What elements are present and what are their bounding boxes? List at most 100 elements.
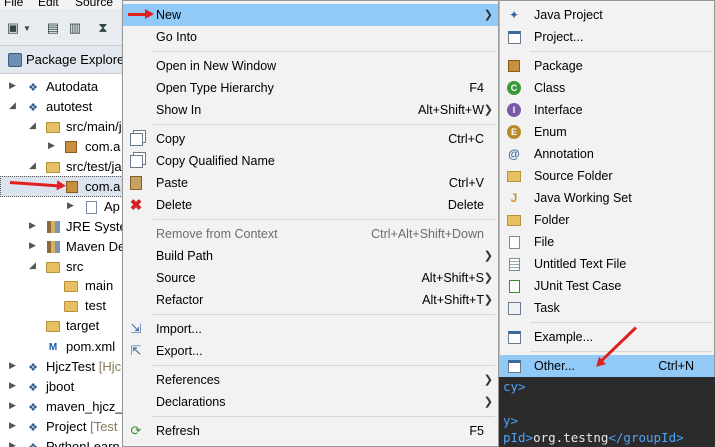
- submenu-item-java-project[interactable]: ✦ Java Project: [500, 4, 714, 26]
- tree-item-target[interactable]: target: [0, 316, 125, 336]
- tree-item-src[interactable]: ◢ src: [0, 257, 125, 277]
- submenu-item-project[interactable]: Project...: [500, 26, 714, 48]
- submenu-item-task[interactable]: Task: [500, 297, 714, 319]
- tree-item-jre-system[interactable]: ▶ JRE Syste: [0, 217, 125, 237]
- tree-item-main[interactable]: main: [0, 276, 125, 296]
- menu-label: Export...: [156, 344, 203, 358]
- tree-item-pythonlearn[interactable]: ▶ ❖ PythonLearn: [0, 437, 125, 447]
- build-icon[interactable]: ⧗: [94, 19, 112, 37]
- expand-arrow-icon[interactable]: ▶: [9, 420, 16, 431]
- collapse-arrow-icon[interactable]: ◢: [29, 260, 36, 271]
- submenu-item-untitled-text-file[interactable]: Untitled Text File: [500, 253, 714, 275]
- expand-arrow-icon[interactable]: ▶: [29, 240, 36, 251]
- submenu-item-java-working-set[interactable]: J Java Working Set: [500, 187, 714, 209]
- tree-item-com-a-main[interactable]: ▶ com.a: [0, 137, 125, 157]
- menu-item-go-into[interactable]: Go Into: [123, 26, 498, 48]
- package-explorer-icon: [8, 53, 22, 67]
- tree-item-maven-hjcz[interactable]: ▶ ❖ maven_hjcz_t: [0, 397, 125, 417]
- expand-arrow-icon[interactable]: ▶: [9, 80, 16, 91]
- menu-item-source[interactable]: Source Alt+Shift+S ❯: [123, 267, 498, 289]
- menu-item-delete[interactable]: ✖ Delete Delete: [123, 194, 498, 216]
- menu-separator: [152, 416, 495, 417]
- menu-item-references[interactable]: References ❯: [123, 369, 498, 391]
- submenu-item-junit-test-case[interactable]: JUnit Test Case: [500, 275, 714, 297]
- tree-item-ap[interactable]: ▶ Ap: [0, 197, 125, 217]
- refresh-icon: ⟳: [130, 423, 142, 438]
- menu-item-open-type-hierarchy[interactable]: Open Type Hierarchy F4: [123, 77, 498, 99]
- tree-item-jboot[interactable]: ▶ ❖ jboot: [0, 377, 125, 397]
- submenu-item-enum[interactable]: E Enum: [500, 121, 714, 143]
- maven-file-icon: M: [48, 341, 58, 353]
- package-explorer-tab[interactable]: Package Explore: [0, 46, 125, 74]
- menu-item-refactor[interactable]: Refactor Alt+Shift+T ❯: [123, 289, 498, 311]
- tree-item-pom[interactable]: M pom.xml: [0, 337, 125, 357]
- tree-item-test[interactable]: test: [0, 296, 125, 316]
- tree-item-autodata[interactable]: ▶ ❖ Autodata: [0, 77, 125, 97]
- tree-label: pom.xml: [66, 339, 116, 354]
- collapse-arrow-icon[interactable]: ◢: [29, 120, 36, 131]
- menu-label: Refactor: [156, 293, 204, 307]
- tree-label: com.a: [85, 179, 121, 194]
- collapse-arrow-icon[interactable]: ◢: [9, 100, 16, 111]
- package-explorer-title: Package Explore: [26, 52, 125, 67]
- menu-item-paste[interactable]: Paste Ctrl+V: [123, 172, 498, 194]
- submenu-label: Task: [534, 301, 560, 315]
- submenu-item-file[interactable]: File: [500, 231, 714, 253]
- menu-item-export[interactable]: ⇱ Export...: [123, 340, 498, 362]
- tree-label: maven_hjcz_t: [46, 399, 125, 414]
- delete-icon: ✖: [129, 197, 143, 214]
- class-icon: C: [506, 80, 522, 96]
- tree-item-src-main[interactable]: ◢ src/main/j: [0, 117, 125, 137]
- project-icon: ❖: [28, 381, 38, 394]
- save-all-icon[interactable]: ▥: [66, 19, 84, 37]
- menu-label: Open in New Window: [156, 59, 277, 73]
- menu-item-copy-qualified-name[interactable]: Copy Qualified Name: [123, 150, 498, 172]
- expand-arrow-icon[interactable]: ▶: [9, 400, 16, 411]
- submenu-item-annotation[interactable]: @ Annotation: [500, 143, 714, 165]
- tree-item-project[interactable]: ▶ ❖ Project [Test: [0, 417, 125, 437]
- menu-item-copy[interactable]: Copy Ctrl+C: [123, 128, 498, 150]
- submenu-item-other[interactable]: Other... Ctrl+N: [500, 355, 714, 377]
- expand-arrow-icon[interactable]: ▶: [67, 200, 74, 211]
- tree-item-src-test[interactable]: ◢ src/test/ja: [0, 157, 125, 177]
- submenu-item-example[interactable]: Example...: [500, 326, 714, 348]
- expand-arrow-icon[interactable]: ▶: [29, 220, 36, 231]
- tree-item-autotest[interactable]: ◢ ❖ autotest: [0, 97, 125, 117]
- menu-label: Open Type Hierarchy: [156, 81, 274, 95]
- submenu-item-class[interactable]: C Class: [500, 77, 714, 99]
- menu-item-refresh[interactable]: ⟳ Refresh F5: [123, 420, 498, 442]
- submenu-item-interface[interactable]: I Interface: [500, 99, 714, 121]
- other-wizard-icon: [506, 358, 522, 374]
- submenu-item-source-folder[interactable]: Source Folder: [500, 165, 714, 187]
- menu-item-new[interactable]: New ❯: [123, 4, 498, 26]
- chevron-down-icon[interactable]: ▼: [22, 19, 32, 37]
- menu-item-show-in[interactable]: Show In Alt+Shift+W ❯: [123, 99, 498, 121]
- menu-item-open-new-window[interactable]: Open in New Window: [123, 55, 498, 77]
- menu-edit[interactable]: Edit: [38, 0, 59, 9]
- expand-arrow-icon[interactable]: ▶: [9, 440, 16, 447]
- menu-item-declarations[interactable]: Declarations ❯: [123, 391, 498, 413]
- new-wizard-icon[interactable]: ▣: [4, 19, 22, 37]
- tree-item-maven-deps[interactable]: ▶ Maven De: [0, 237, 125, 257]
- menu-label: Go Into: [156, 30, 197, 44]
- tree-label: Maven De: [66, 239, 125, 254]
- submenu-arrow-icon: ❯: [483, 374, 493, 386]
- folder-icon: [64, 279, 78, 293]
- menu-item-remove-from-context[interactable]: Remove from Context Ctrl+Alt+Shift+Down: [123, 223, 498, 245]
- collapse-arrow-icon[interactable]: ◢: [29, 160, 36, 171]
- menu-file[interactable]: File: [4, 0, 23, 9]
- project-icon: ❖: [28, 101, 38, 114]
- menu-separator: [152, 314, 495, 315]
- submenu-shortcut: Ctrl+N: [658, 359, 694, 373]
- menu-item-import[interactable]: ⇲ Import...: [123, 318, 498, 340]
- expand-arrow-icon[interactable]: ▶: [9, 360, 16, 371]
- save-icon[interactable]: ▤: [44, 19, 62, 37]
- menu-item-build-path[interactable]: Build Path ❯: [123, 245, 498, 267]
- tree-item-hjcztest[interactable]: ▶ ❖ HjczTest [Hjc: [0, 357, 125, 377]
- expand-arrow-icon[interactable]: ▶: [48, 140, 55, 151]
- editor-pane[interactable]: cy> y> pId>org.testng</groupId>: [499, 377, 715, 447]
- submenu-item-folder[interactable]: Folder: [500, 209, 714, 231]
- menu-source[interactable]: Source: [75, 0, 113, 9]
- submenu-item-package[interactable]: Package: [500, 55, 714, 77]
- expand-arrow-icon[interactable]: ▶: [9, 380, 16, 391]
